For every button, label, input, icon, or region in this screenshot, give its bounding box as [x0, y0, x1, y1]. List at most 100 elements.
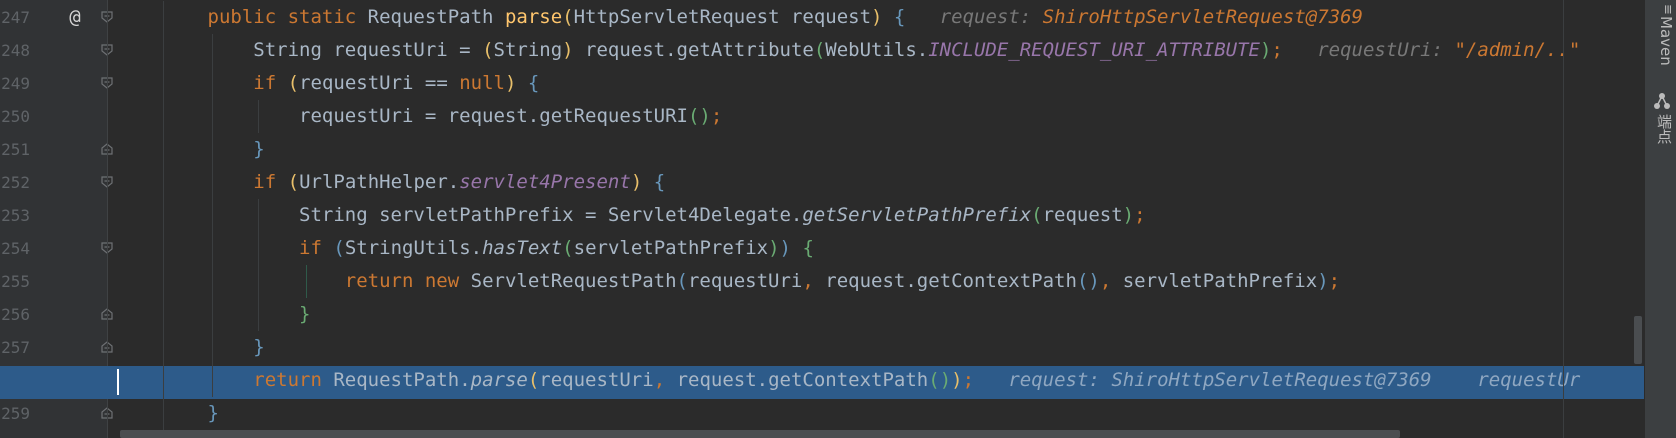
code-token: request: ShiroHttpServletRequest@7369 re… — [974, 369, 1581, 391]
current-line-gutter-highlight — [0, 366, 108, 399]
line-number[interactable]: 247 — [0, 1, 30, 34]
code-token: ( — [562, 237, 574, 259]
code-token: requestUri — [539, 369, 654, 391]
code-token: { — [516, 72, 540, 94]
code-line[interactable]: } — [116, 331, 1644, 364]
line-number[interactable]: 253 — [0, 199, 30, 232]
code-token: request: — [905, 6, 1043, 28]
code-line[interactable]: public static RequestPath parse(HttpServ… — [116, 1, 1644, 34]
code-token: null — [459, 72, 505, 94]
code-token: ( — [287, 171, 300, 193]
line-number[interactable]: 259 — [0, 397, 30, 430]
code-token: INCLUDE_REQUEST_URI_ATTRIBUTE — [928, 39, 1260, 61]
code-line[interactable]: String requestUri = (String) request.get… — [116, 34, 1644, 67]
code-token: ) — [1317, 270, 1329, 292]
code-token: ) — [871, 6, 883, 28]
code-token: } — [253, 336, 265, 358]
code-line[interactable]: requestUri = request.getRequestURI(); — [116, 100, 1644, 133]
code-token: } — [299, 303, 311, 325]
code-token: () — [687, 105, 711, 127]
text-caret — [117, 369, 119, 395]
code-token: , — [653, 369, 677, 391]
code-token: servlet4Present — [459, 171, 631, 193]
code-token: ) — [562, 39, 574, 61]
code-line[interactable]: } — [116, 298, 1644, 331]
code-token: } — [207, 402, 219, 424]
code-token: RequestPath. — [333, 369, 471, 391]
line-number[interactable]: 255 — [0, 265, 30, 298]
code-token: ; — [710, 105, 723, 127]
line-number[interactable]: 249 — [0, 67, 30, 100]
code-token: { — [882, 6, 906, 28]
line-number[interactable]: 252 — [0, 166, 30, 199]
code-line[interactable]: if (UrlPathHelper.servlet4Present) { — [116, 166, 1644, 199]
code-token: StringUtils. — [344, 237, 483, 259]
code-token: parse — [470, 369, 528, 391]
line-number[interactable]: 256 — [0, 298, 30, 331]
code-token: ShiroHttpServletRequest@7369 — [1042, 6, 1363, 28]
endpoints-tab[interactable]: 端点 — [1647, 114, 1675, 144]
code-token: ( — [287, 72, 300, 94]
endpoints-icon[interactable] — [1653, 92, 1671, 110]
code-token: request.getContextPath — [825, 270, 1077, 292]
code-token: parse — [504, 6, 563, 28]
code-token: RequestPath — [367, 6, 505, 28]
horizontal-scrollbar[interactable] — [120, 430, 1400, 438]
code-token: ( — [333, 237, 345, 259]
code-line[interactable]: return RequestPath.parse(requestUri, req… — [116, 364, 1644, 397]
code-token: String requestUri = — [253, 39, 483, 61]
code-token: return new — [344, 270, 471, 292]
code-token: ( — [562, 6, 574, 28]
code-line[interactable]: String servletPathPrefix = Servlet4Deleg… — [116, 199, 1644, 232]
code-token: "/admin/.." — [1454, 39, 1581, 61]
code-token: if — [253, 171, 288, 193]
code-token: ( — [527, 369, 540, 391]
code-line[interactable]: if (StringUtils.hasText(servletPathPrefi… — [116, 232, 1644, 265]
code-token: ) — [630, 171, 643, 193]
code-token: requestUri = request.getRequestURI — [299, 105, 688, 127]
code-token: ( — [676, 270, 688, 292]
line-number[interactable]: 250 — [0, 100, 30, 133]
code-token: () — [928, 369, 952, 391]
code-line[interactable]: if (requestUri == null) { — [116, 67, 1644, 100]
code-token: request.getContextPath — [676, 369, 929, 391]
maven-tab[interactable]: Maven — [1647, 16, 1675, 66]
line-number[interactable]: 257 — [0, 331, 30, 364]
code-line[interactable]: } — [116, 133, 1644, 166]
code-token: { — [642, 171, 666, 193]
line-number[interactable]: 254 — [0, 232, 30, 265]
code-token: if — [253, 72, 288, 94]
code-token: String servletPathPrefix = Servlet4Deleg… — [299, 204, 803, 226]
code-token: request.getAttribute — [573, 39, 814, 61]
code-token: servletPathPrefix — [1122, 270, 1318, 292]
code-token: ) — [779, 237, 791, 259]
code-token: ) — [1259, 39, 1272, 61]
right-margin-guide — [1563, 0, 1564, 438]
vertical-scrollbar[interactable] — [1634, 316, 1642, 364]
code-editor[interactable]: 247@248249250251252253254255256257258259… — [0, 0, 1644, 438]
code-line[interactable]: return new ServletRequestPath(requestUri… — [116, 265, 1644, 298]
code-token: ) — [951, 369, 963, 391]
code-token: WebUtils. — [825, 39, 929, 61]
line-number[interactable]: 248 — [0, 34, 30, 67]
right-tool-strip: ≡ Maven 端点 — [1644, 0, 1676, 438]
code-token: ; — [962, 369, 975, 391]
code-token: ; — [1271, 39, 1283, 61]
line-number[interactable]: 251 — [0, 133, 30, 166]
code-token: String — [493, 39, 563, 61]
code-token: ) — [768, 237, 780, 259]
code-token: , — [802, 270, 826, 292]
code-token: requestUri — [687, 270, 803, 292]
code-line[interactable]: } — [116, 397, 1644, 430]
override-marker-icon[interactable]: @ — [66, 1, 84, 34]
scroll-top-marker: ≡ — [1660, 4, 1675, 15]
